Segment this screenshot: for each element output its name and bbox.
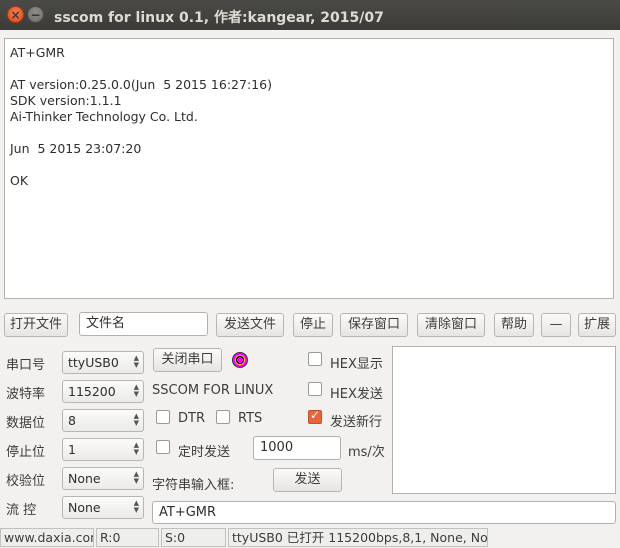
- minimize-window-button[interactable]: −: [27, 6, 44, 23]
- hex-display-label: HEX显示: [330, 357, 383, 372]
- receive-line: SDK version:1.1.1: [10, 93, 122, 108]
- hex-display-checkbox[interactable]: [308, 352, 322, 366]
- flow-select[interactable]: None ▲ ▼: [62, 496, 144, 519]
- filename-field[interactable]: 文件名: [79, 312, 208, 336]
- spin-arrows-icon: ▲ ▼: [133, 441, 139, 456]
- port-select-value: ttyUSB0: [68, 355, 119, 370]
- timed-send-label: 定时发送: [178, 445, 231, 460]
- window-title: sscom for linux 0.1, 作者:kangear, 2015/07: [54, 10, 384, 26]
- dtr-label: DTR: [178, 411, 205, 426]
- databits-label: 数据位: [6, 416, 46, 431]
- send-newline-checkbox[interactable]: [308, 408, 322, 424]
- collapse-button[interactable]: —: [541, 313, 571, 337]
- status-port-info: ttyUSB0 已打开 115200bps,8,1, None, None: [228, 528, 488, 547]
- spin-arrows-icon: ▲ ▼: [133, 383, 139, 398]
- status-received-count: R:0: [96, 528, 159, 547]
- hex-send-checkbox[interactable]: [308, 382, 322, 396]
- parity-select[interactable]: None ▲ ▼: [62, 467, 144, 490]
- stop-button[interactable]: 停止: [293, 313, 333, 337]
- dtr-checkbox[interactable]: [156, 410, 170, 424]
- receive-line: Jun 5 2015 23:07:20: [10, 141, 142, 156]
- stopbits-select-value: 1: [68, 442, 76, 457]
- interval-input[interactable]: 1000: [253, 436, 341, 460]
- status-sent-count: S:0: [161, 528, 226, 547]
- open-file-button[interactable]: 打开文件: [4, 313, 68, 337]
- receive-line: [10, 125, 608, 141]
- close-window-button[interactable]: ×: [7, 6, 24, 23]
- app-name-label: SSCOM FOR LINUX: [152, 383, 274, 398]
- spin-arrows-icon: ▲ ▼: [133, 354, 139, 369]
- spin-arrows-icon: ▲ ▼: [133, 470, 139, 485]
- expand-button[interactable]: 扩展: [578, 313, 616, 337]
- hex-send-label: HEX发送: [330, 387, 383, 402]
- interval-unit-label: ms/次: [348, 445, 385, 460]
- databits-select-value: 8: [68, 413, 76, 428]
- baud-label: 波特率: [6, 387, 46, 402]
- help-button[interactable]: 帮助: [494, 313, 534, 337]
- title-bar: × − sscom for linux 0.1, 作者:kangear, 201…: [0, 0, 620, 30]
- send-file-button[interactable]: 发送文件: [216, 313, 284, 337]
- port-status-indicator-icon: [232, 352, 248, 368]
- databits-select[interactable]: 8 ▲ ▼: [62, 409, 144, 432]
- receive-line: AT version:0.25.0.0(Jun 5 2015 16:27:16): [10, 77, 272, 92]
- send-textarea[interactable]: [392, 346, 616, 494]
- port-label: 串口号: [6, 358, 46, 373]
- baud-select-value: 115200: [68, 384, 116, 399]
- send-button[interactable]: 发送: [273, 468, 342, 492]
- close-port-button[interactable]: 关闭串口: [153, 348, 222, 372]
- rts-checkbox[interactable]: [216, 410, 230, 424]
- receive-line: AT+GMR: [10, 45, 65, 60]
- input-label: 字符串输入框:: [152, 478, 235, 493]
- stopbits-select[interactable]: 1 ▲ ▼: [62, 438, 144, 461]
- flow-select-value: None: [68, 500, 101, 515]
- receive-textarea[interactable]: AT+GMR AT version:0.25.0.0(Jun 5 2015 16:…: [4, 38, 614, 299]
- flow-label: 流 控: [6, 503, 37, 518]
- clear-window-button[interactable]: 清除窗口: [417, 313, 485, 337]
- save-window-button[interactable]: 保存窗口: [340, 313, 408, 337]
- status-website: www.daxia.com: [0, 528, 94, 547]
- parity-select-value: None: [68, 471, 101, 486]
- rts-label: RTS: [238, 411, 263, 426]
- send-newline-label: 发送新行: [330, 415, 383, 430]
- receive-line: OK: [10, 173, 29, 188]
- receive-line: [10, 61, 608, 77]
- timed-send-checkbox[interactable]: [156, 440, 170, 454]
- stopbits-label: 停止位: [6, 445, 46, 460]
- port-select[interactable]: ttyUSB0 ▲ ▼: [62, 351, 144, 374]
- spin-arrows-icon: ▲ ▼: [133, 412, 139, 427]
- baud-select[interactable]: 115200 ▲ ▼: [62, 380, 144, 403]
- spin-arrows-icon: ▲ ▼: [133, 499, 139, 514]
- parity-label: 校验位: [6, 474, 46, 489]
- string-input[interactable]: AT+GMR: [152, 501, 616, 524]
- receive-line: [10, 157, 608, 173]
- receive-line: Ai-Thinker Technology Co. Ltd.: [10, 109, 198, 124]
